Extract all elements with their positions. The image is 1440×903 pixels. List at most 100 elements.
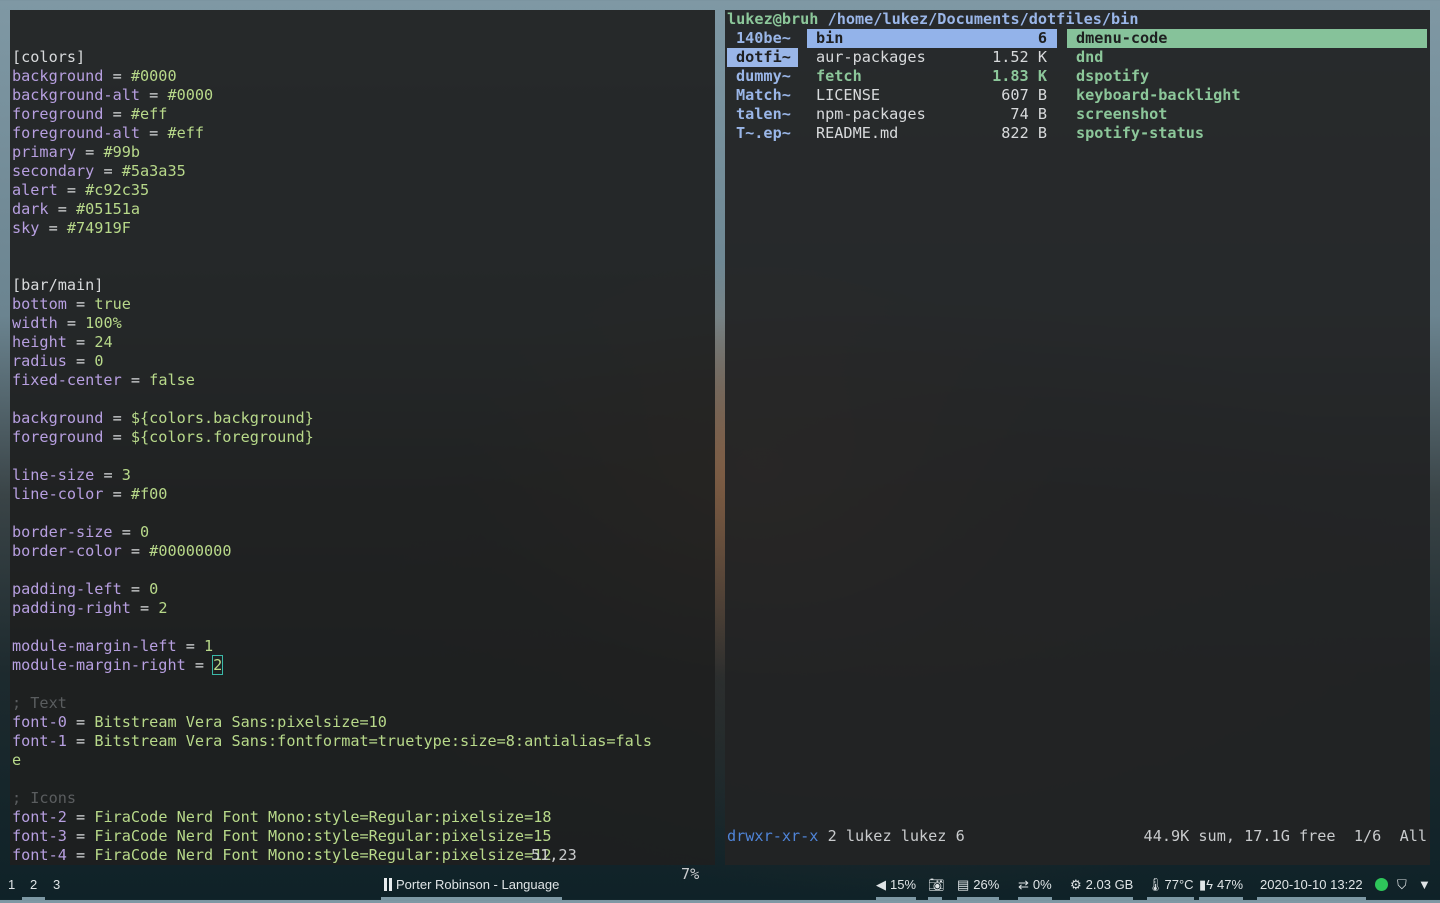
code-token: 24 — [94, 333, 113, 351]
vim-terminal[interactable]: [colors] background = #0000 background-alt… — [10, 10, 715, 883]
code-token: = — [57, 181, 86, 199]
code-line: module-margin-right = 2 — [10, 655, 715, 675]
clock-module[interactable]: 2020-10-10 13:22 — [1257, 876, 1366, 900]
preview-entry[interactable]: spotify-status — [1067, 124, 1427, 143]
screenshot-module[interactable]: 📷︎ — [928, 876, 945, 900]
tray-shield[interactable]: ⛉ — [1397, 876, 1407, 900]
code-line: foreground-alt = #eff — [10, 124, 715, 143]
code-line: e — [10, 751, 715, 770]
shield-icon: ⛉ — [1397, 877, 1407, 892]
code-token: ; Text — [12, 694, 67, 712]
datetime: 2020-10-10 13:22 — [1260, 877, 1363, 892]
code-token: = — [121, 542, 150, 560]
code-line: module-margin-left = 1 — [10, 637, 715, 656]
parent-column[interactable]: 140be~ dotfi~ dummy~ Match~ talen~ T~.ep~ — [727, 29, 798, 143]
code-token: background — [12, 67, 104, 85]
volume-value: 15% — [890, 877, 917, 892]
code-token: 0 — [140, 523, 150, 541]
permissions: drwxr-xr-x — [727, 827, 819, 845]
parent-entry[interactable]: Match~ — [727, 86, 798, 105]
code-token: bottom — [12, 295, 67, 313]
code-line: background-alt = #0000 — [10, 86, 715, 105]
code-token: #0000 — [167, 86, 214, 104]
preview-entry[interactable]: screenshot — [1067, 105, 1427, 124]
media-module[interactable]: Porter Robinson - Language — [381, 876, 563, 900]
code-token: = — [103, 105, 131, 123]
code-token: line-color — [12, 485, 104, 503]
battery-module[interactable]: ▮ϟ 47% — [1199, 876, 1244, 900]
disk-module[interactable]: ⚙ 2.03 GB — [1070, 876, 1134, 900]
code-token: = — [94, 466, 122, 484]
code-line: height = 24 — [10, 333, 715, 352]
file-entry[interactable]: npm-packages 74 B — [807, 105, 1057, 124]
file-entry[interactable]: LICENSE 607 B — [807, 86, 1057, 105]
file-name: npm-packages — [816, 105, 926, 123]
code-token: = — [112, 523, 141, 541]
code-token: 2 — [158, 599, 168, 617]
cursor-position: 51,23 — [531, 846, 577, 864]
code-line: font-0 = Bitstream Vera Sans:pixelsize=1… — [10, 713, 715, 732]
code-line: [bar/main] — [10, 276, 715, 295]
preview-entry[interactable]: dspotify — [1067, 67, 1427, 86]
workspace-1[interactable]: 1 — [6, 876, 17, 900]
code-line: fixed-center = false — [10, 371, 715, 390]
code-token: ; Icons — [12, 789, 77, 807]
parent-entry[interactable]: 140be~ — [727, 29, 798, 48]
vim-ruler: 51,23 7% — [10, 827, 715, 883]
memory-module[interactable]: ▤ 26% — [957, 876, 1000, 900]
workspace-3[interactable]: 3 — [51, 876, 62, 900]
preview-entry[interactable]: dnd — [1067, 48, 1427, 67]
wifi-icon: ▼ — [1418, 877, 1431, 892]
code-token: foreground — [12, 428, 104, 446]
code-token: = — [76, 143, 104, 161]
code-token: = — [66, 295, 95, 313]
file-entry[interactable]: README.md 822 B — [807, 124, 1057, 143]
workspace-2[interactable]: 2 — [22, 876, 46, 900]
parent-entry[interactable]: talen~ — [727, 105, 798, 124]
code-token: = — [103, 485, 131, 503]
code-token: foreground — [12, 105, 104, 123]
parent-entry[interactable]: T~.ep~ — [727, 124, 798, 143]
code-token: sky — [12, 219, 40, 237]
parent-entry[interactable]: dotfi~ — [727, 48, 798, 67]
code-line: font-1 = Bitstream Vera Sans:fontformat=… — [10, 732, 715, 751]
code-line: [colors] — [10, 48, 715, 67]
preview-column[interactable]: dmenu-code dnd dspotify keyboard-backlight s… — [1067, 29, 1427, 143]
code-token: #00000000 — [149, 542, 232, 560]
code-token: = — [66, 808, 95, 826]
code-token: = — [130, 599, 159, 617]
volume-module[interactable]: ◀ 15% — [876, 876, 917, 900]
tray-wifi[interactable]: ▼ — [1418, 876, 1431, 900]
workspace-label: 2 — [30, 877, 38, 892]
code-token: FiraCode Nerd Font Mono:style=Regular:pi… — [94, 808, 552, 826]
code-token: module-margin-left — [12, 637, 177, 655]
preview-entry[interactable]: keyboard-backlight — [1067, 86, 1427, 105]
code-token: = — [66, 352, 95, 370]
current-column[interactable]: bin 6 aur-packages 1.52 Kfetch 1.83 K LICENSE… — [807, 29, 1057, 143]
preview-entry[interactable]: dmenu-code — [1067, 29, 1427, 48]
thermometer-icon: 🌡︎ — [1147, 877, 1164, 892]
vim-buffer[interactable]: [colors] background = #0000 background-alt… — [10, 48, 715, 865]
code-line: ; Text — [10, 694, 715, 713]
battery-value: 47% — [1217, 877, 1244, 892]
code-token: 0 — [94, 352, 104, 370]
file-entry[interactable]: aur-packages 1.52 K — [807, 48, 1057, 67]
file-entry[interactable]: fetch 1.83 K — [807, 67, 1057, 86]
ranger-terminal[interactable]: lukez@bruh /home/lukez/Documents/dotfile… — [725, 10, 1430, 865]
code-token: ${colors.foreground} — [130, 428, 314, 446]
code-token: #74919F — [66, 219, 131, 237]
swap-module[interactable]: ⇄ 0% — [1018, 876, 1052, 900]
code-token: = — [140, 86, 168, 104]
code-token: #f00 — [130, 485, 168, 503]
code-line: primary = #99b — [10, 143, 715, 162]
code-line: radius = 0 — [10, 352, 715, 371]
file-entry[interactable]: bin 6 — [807, 29, 1057, 48]
code-line: ; Icons — [10, 789, 715, 808]
swap-icon: ⇄ — [1018, 877, 1029, 892]
temperature-module[interactable]: 🌡︎77°C — [1147, 876, 1194, 900]
parent-entry[interactable]: dummy~ — [727, 67, 798, 86]
tray-spotify[interactable] — [1375, 876, 1388, 900]
code-token: FiraCode Nerd Font Mono:style=Regular:pi… — [94, 846, 552, 864]
